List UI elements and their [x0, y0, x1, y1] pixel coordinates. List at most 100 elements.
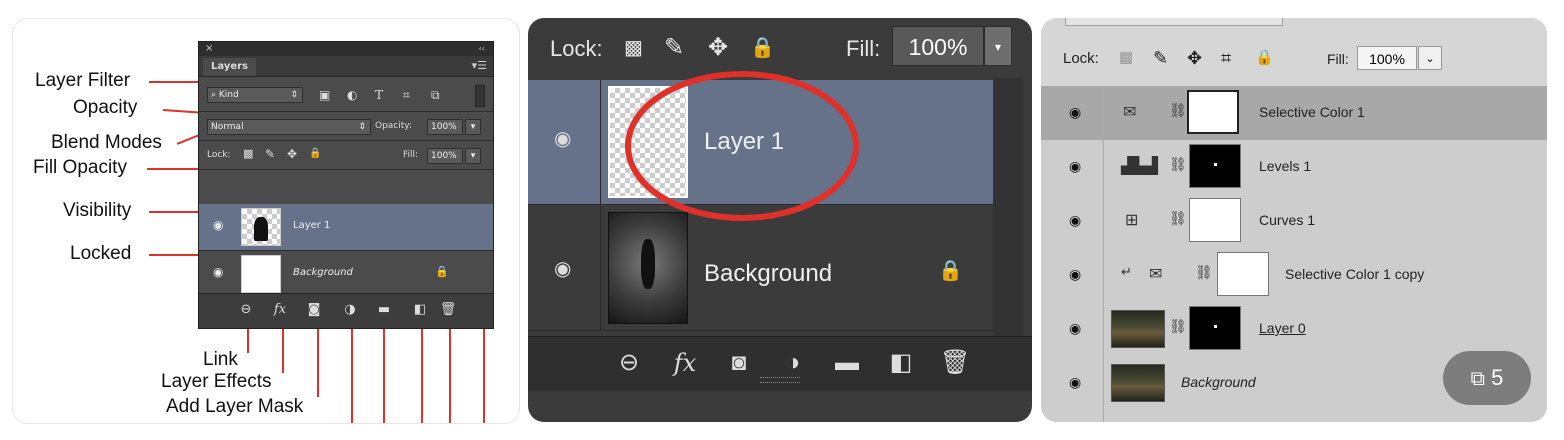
blend-mode-select[interactable]: Normal ⇕: [207, 119, 371, 135]
visibility-eye-icon[interactable]: ◉: [1069, 104, 1081, 121]
add-layer-mask-icon[interactable]: ◙: [305, 302, 323, 318]
opacity-dropdown-icon[interactable]: ▾: [465, 119, 481, 135]
badge-count: 5: [1491, 365, 1504, 390]
fill-dropdown-icon[interactable]: ▾: [465, 148, 481, 164]
levels-icon: ▟▙▟: [1121, 158, 1158, 175]
layer-effects-icon[interactable]: fx: [271, 302, 289, 318]
pointer-vline-adjust: [351, 315, 353, 423]
divider: [1103, 302, 1104, 356]
visibility-eye-icon[interactable]: ◉: [1069, 158, 1081, 175]
panel-tab-row: Layers ▾☰: [199, 56, 493, 77]
lock-image-brush-icon[interactable]: ✎: [265, 147, 275, 161]
layer-row-selected[interactable]: ◉ Layer 1: [199, 204, 493, 251]
lock-image-brush-icon[interactable]: ✎: [1153, 48, 1168, 69]
layer-name[interactable]: Layer 0: [1259, 320, 1306, 336]
layer-name[interactable]: Selective Color 1 copy: [1285, 266, 1424, 282]
chain-link-icon[interactable]: ⛓: [1169, 156, 1187, 173]
layer-row[interactable]: ◉ ↵ ✉ ⛓ Selective Color 1 copy: [1041, 248, 1547, 303]
filter-pixel-icon[interactable]: ▣: [319, 88, 330, 102]
image-count-badge[interactable]: ⧉ 5: [1443, 351, 1531, 405]
new-group-icon[interactable]: ▬: [375, 302, 393, 318]
layer-thumbnail: [241, 208, 281, 246]
chain-link-icon[interactable]: ⛓: [1169, 102, 1187, 119]
layer-mask-thumbnail[interactable]: [1217, 252, 1269, 296]
layer-effects-icon[interactable]: fx: [670, 349, 700, 377]
layer-name[interactable]: Background: [1181, 374, 1256, 390]
visibility-eye-icon[interactable]: ◉: [1069, 212, 1081, 229]
layer-mask-thumbnail[interactable]: [1189, 144, 1241, 188]
divider: [1103, 194, 1104, 248]
lock-all-icon[interactable]: 🔒: [309, 147, 321, 161]
layer-row[interactable]: ◉ Background 🔒: [199, 251, 493, 298]
resize-grip[interactable]: [760, 377, 800, 383]
visibility-eye-icon[interactable]: ◉: [1069, 320, 1081, 337]
lock-artboard-icon[interactable]: ⌗: [1221, 48, 1231, 69]
layer-mask-thumbnail[interactable]: [1189, 306, 1241, 350]
link-layers-icon[interactable]: ⊖: [237, 302, 255, 318]
clipping-arrow-icon: ↵: [1121, 264, 1132, 279]
new-layer-icon[interactable]: ◧: [886, 349, 916, 377]
collapse-icon[interactable]: ‹‹: [479, 42, 485, 56]
panel-titlebar: × ‹‹: [199, 42, 493, 56]
delete-layer-icon[interactable]: 🗑: [439, 302, 457, 318]
filter-smart-object-icon[interactable]: ⧉: [431, 88, 440, 102]
chain-link-icon[interactable]: ⛓: [1195, 264, 1213, 281]
fill-dropdown-icon[interactable]: ⌄: [1418, 46, 1442, 70]
opacity-label: Opacity:: [375, 121, 412, 131]
filter-toggle-switch[interactable]: [475, 85, 485, 107]
layer-name[interactable]: Levels 1: [1259, 158, 1311, 174]
layer-thumbnail: [241, 255, 281, 293]
layer-row[interactable]: ◉ ⊞ ⛓ Curves 1: [1041, 194, 1547, 249]
select-arrows-icon: ⇕: [358, 122, 366, 132]
lock-all-icon[interactable]: 🔒: [1255, 48, 1274, 66]
delete-layer-icon[interactable]: 🗑: [940, 349, 970, 377]
close-icon[interactable]: ×: [205, 42, 213, 56]
layer-mask-thumbnail[interactable]: [1189, 198, 1241, 242]
layer-mask-thumbnail[interactable]: [1187, 90, 1239, 134]
adjustment-layer-icon[interactable]: ◑: [778, 349, 808, 377]
lock-transparent-icon[interactable]: ▩: [243, 147, 253, 161]
layer-row[interactable]: ◉ ⛓ Layer 0: [1041, 302, 1547, 357]
new-layer-icon[interactable]: ◧: [411, 302, 429, 318]
layer-thumbnail: [1111, 364, 1165, 402]
opacity-input[interactable]: 100%: [427, 119, 463, 135]
mask-dot: [1214, 163, 1217, 166]
chain-link-icon[interactable]: ⛓: [1169, 210, 1187, 227]
annotation-blend-modes: Blend Modes: [51, 132, 162, 153]
layer-name[interactable]: Selective Color 1: [1259, 104, 1365, 120]
panel-menu-icon[interactable]: ▾☰: [472, 59, 487, 72]
layer-name[interactable]: Curves 1: [1259, 212, 1315, 228]
layer-name[interactable]: Background: [293, 267, 353, 278]
blend-mode-value: Normal: [211, 122, 244, 132]
visibility-eye-icon[interactable]: ◉: [1069, 266, 1081, 283]
blend-mode-select[interactable]: Normal: [1065, 18, 1283, 26]
visibility-eye-icon[interactable]: ◉: [213, 218, 223, 232]
add-layer-mask-icon[interactable]: ◙: [724, 349, 754, 377]
filter-shape-icon[interactable]: ⌗: [403, 88, 410, 102]
fill-input[interactable]: 100%: [1357, 46, 1417, 70]
dark-layers-panel-card: Lock: ▩ ✎ ✥ 🔒 Fill: 100% ▾ ◉ Layer 1 ◉ B…: [528, 18, 1032, 422]
divider: [1103, 248, 1104, 302]
filter-type-icon[interactable]: T: [375, 88, 383, 102]
filter-adjustment-icon[interactable]: ◐: [347, 88, 357, 102]
fill-input[interactable]: 100%: [427, 148, 463, 164]
lock-position-icon[interactable]: ✥: [1187, 48, 1202, 69]
lock-position-icon[interactable]: ✥: [287, 147, 297, 161]
light-layers-panel-card: Normal Lock: ▩ ✎ ✥ ⌗ 🔒 Fill: 100% ⌄ ◉ ✉ …: [1041, 18, 1547, 422]
new-group-icon[interactable]: ▬: [832, 349, 862, 377]
layer-row-selected[interactable]: ◉ ✉ ⛓ Selective Color 1: [1041, 86, 1547, 141]
layer-name[interactable]: Layer 1: [293, 220, 330, 231]
visibility-eye-icon[interactable]: ◉: [213, 265, 223, 279]
chain-link-icon[interactable]: ⛓: [1169, 318, 1187, 335]
pointer-vline-group: [383, 315, 385, 423]
tab-layers[interactable]: Layers: [203, 58, 256, 76]
annotation-layer-effects: Layer Effects: [161, 371, 272, 392]
selective-color-icon: ✉: [1149, 266, 1163, 283]
link-layers-icon[interactable]: ⊖: [614, 349, 644, 377]
visibility-eye-icon[interactable]: ◉: [1069, 374, 1081, 391]
layer-row[interactable]: ◉ ▟▙▟ ⛓ Levels 1: [1041, 140, 1547, 195]
layer-filter-kind-select[interactable]: ⌕ Kind ⇕: [207, 87, 303, 103]
adjustment-layer-icon[interactable]: ◑: [341, 302, 359, 318]
lock-transparent-icon[interactable]: ▩: [1119, 48, 1133, 66]
lock-fill-row: Lock: ▩ ✎ ✥ 🔒 Fill: 100% ▾: [199, 141, 493, 170]
